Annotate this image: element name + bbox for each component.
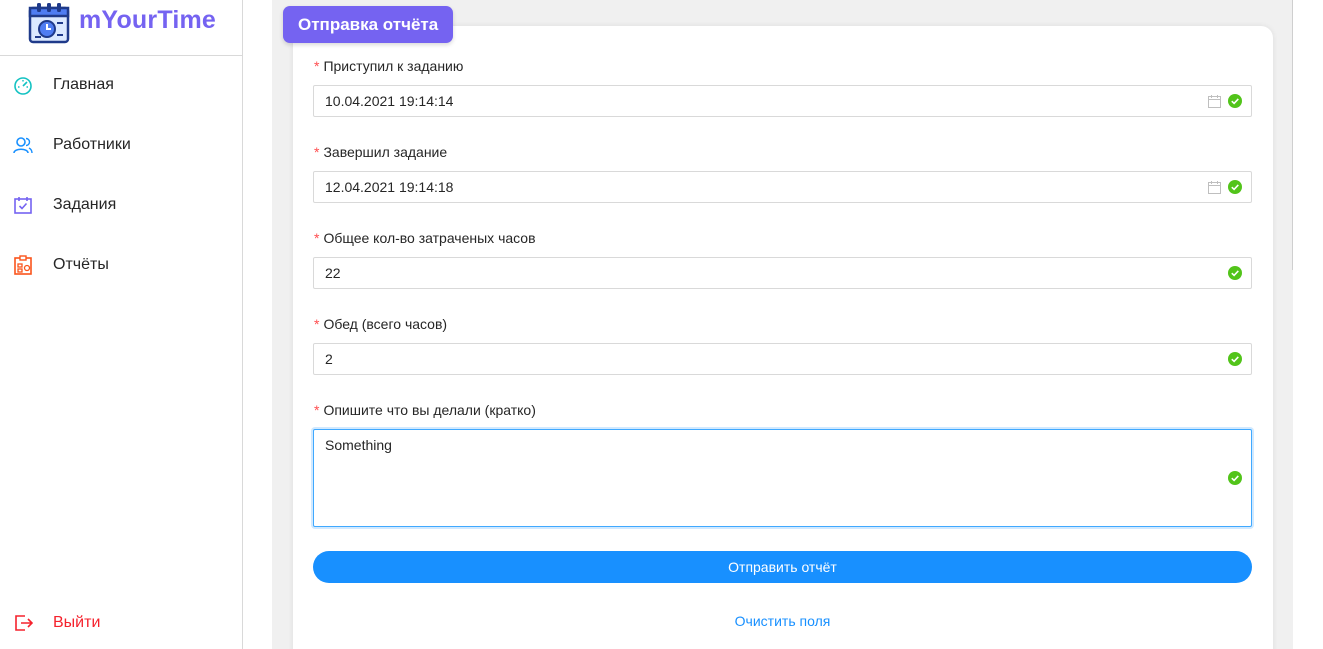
logout-label: Выйти [53, 614, 101, 631]
logout-icon [12, 612, 34, 634]
app-name: mYourTime [79, 6, 217, 34]
check-circle-icon [1228, 352, 1242, 366]
calendar-icon[interactable] [1208, 181, 1221, 194]
required-mark: * [314, 230, 320, 246]
required-mark: * [314, 402, 320, 418]
lunch-label: * Обед (всего часов) [314, 316, 447, 332]
sidebar-item-label: Отчёты [53, 256, 109, 273]
app-logo[interactable]: mYourTime [0, 0, 242, 56]
lunch-hours-input[interactable]: 2 [313, 343, 1252, 375]
end-label-text: Завершил задание [323, 144, 448, 160]
description-label: * Опишите что вы делали (кратко) [314, 402, 536, 418]
calendar-clock-icon [28, 2, 70, 43]
sidebar-item-label: Главная [53, 76, 114, 93]
lunch-hours-value: 2 [325, 351, 333, 367]
sidebar-item-workers[interactable]: Работники [0, 125, 242, 165]
start-label-text: Приступил к заданию [323, 58, 464, 74]
sidebar-item-reports[interactable]: Отчёты [0, 245, 242, 285]
description-textarea[interactable]: Something [313, 429, 1252, 527]
sidebar: mYourTime Главная Работники Задания Отчё… [0, 0, 243, 649]
description-value: Something [325, 437, 392, 453]
total-hours-label-text: Общее кол-во затраченых часов [323, 230, 536, 246]
required-mark: * [314, 144, 320, 160]
end-datetime-input[interactable]: 12.04.2021 19:14:18 [313, 171, 1252, 203]
check-circle-icon [1228, 266, 1242, 280]
sidebar-item-label: Задания [53, 196, 117, 213]
start-datetime-value: 10.04.2021 19:14:14 [325, 93, 454, 109]
dashboard-icon [12, 74, 34, 96]
sidebar-item-home[interactable]: Главная [0, 65, 242, 105]
check-circle-icon [1228, 94, 1242, 108]
lunch-label-text: Обед (всего часов) [323, 316, 448, 332]
calendar-check-icon [12, 194, 34, 216]
start-datetime-input[interactable]: 10.04.2021 19:14:14 [313, 85, 1252, 117]
check-circle-icon [1228, 180, 1242, 194]
description-label-text: Опишите что вы делали (кратко) [323, 402, 536, 418]
total-hours-input[interactable]: 22 [313, 257, 1252, 289]
scrollbar-edge [1292, 0, 1293, 270]
total-hours-value: 22 [325, 265, 341, 281]
form-title: Отправка отчёта [283, 6, 454, 43]
users-icon [12, 134, 34, 156]
required-mark: * [314, 58, 320, 74]
sidebar-item-tasks[interactable]: Задания [0, 185, 242, 225]
calendar-icon[interactable] [1208, 95, 1221, 108]
end-datetime-value: 12.04.2021 19:14:18 [325, 179, 454, 195]
end-label: * Завершил задание [314, 144, 447, 160]
submit-report-button[interactable]: Отправить отчёт [313, 551, 1252, 583]
logout-button[interactable]: Выйти [0, 603, 242, 643]
check-circle-icon [1228, 471, 1242, 485]
total-hours-label: * Общее кол-во затраченых часов [314, 230, 536, 246]
sidebar-item-label: Работники [53, 136, 131, 153]
report-icon [12, 254, 34, 276]
clear-fields-link[interactable]: Очистить поля [313, 613, 1252, 633]
required-mark: * [314, 316, 320, 332]
start-label: * Приступил к заданию [314, 58, 463, 74]
